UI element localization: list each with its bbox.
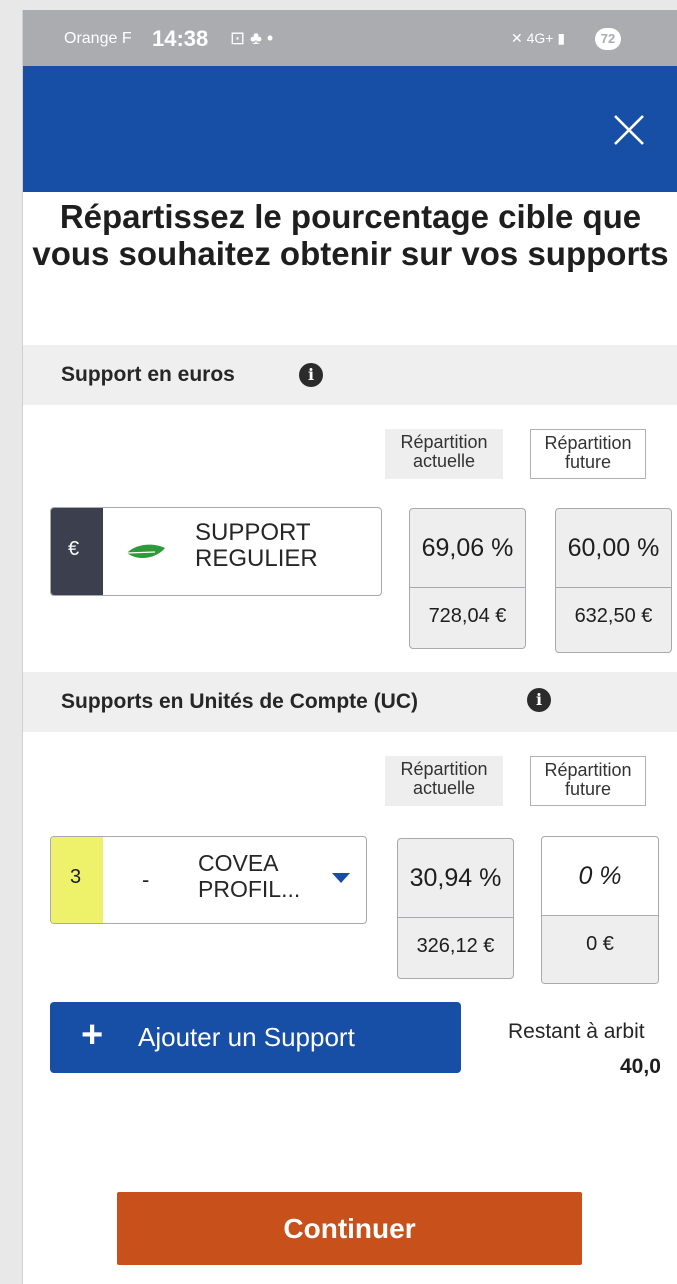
network-type: 4G+: [526, 30, 554, 46]
uc-support-name-line2: PROFIL...: [198, 876, 301, 902]
plus-icon: +: [81, 1014, 104, 1056]
euro-tag: €: [51, 508, 103, 595]
uc-col-actual: Répartition actuelle: [385, 756, 503, 806]
euro-actual-eur: 728,04 €: [410, 587, 525, 648]
uc-actual-pct: 30,94 %: [409, 864, 502, 892]
battery-level: 72: [595, 28, 621, 50]
modal-header-bar: [23, 66, 677, 192]
chevron-down-icon[interactable]: [331, 872, 351, 884]
euro-future-pct-input[interactable]: 60,00 %: [556, 509, 671, 587]
euro-support-name-line1: SUPPORT: [195, 519, 311, 546]
uc-future-pct-input[interactable]: 0 %: [542, 837, 658, 915]
continue-button[interactable]: Continuer: [117, 1192, 582, 1265]
info-icon[interactable]: i: [299, 363, 323, 387]
carrier-name: Orange F: [64, 30, 132, 47]
uc-future-values[interactable]: 0 % 0 €: [541, 836, 659, 984]
euro-future-eur: 632,50 €: [556, 587, 671, 652]
uc-actual-eur: 326,12 €: [398, 917, 513, 978]
remaining-value: 40,0: [620, 1055, 661, 1078]
add-support-button[interactable]: + Ajouter un Support: [50, 1002, 461, 1073]
euro-support-card[interactable]: € SUPPORT REGULIER: [50, 507, 382, 596]
info-icon[interactable]: i: [527, 688, 551, 712]
uc-dash: -: [142, 867, 150, 892]
uc-col-future: Répartition future: [530, 756, 646, 806]
network-icons: ✕ 4G+ ▮: [511, 30, 565, 47]
uc-actual-values: 30,94 % 326,12 €: [397, 838, 514, 979]
euro-section-label: Support en euros: [61, 363, 235, 386]
status-bar: Orange F 14:38 ⊡ ♣ • ✕ 4G+ ▮ 72: [23, 10, 677, 66]
euro-support-name-line2: REGULIER: [195, 545, 318, 572]
euro-future-values[interactable]: 60,00 % 632,50 €: [555, 508, 672, 653]
uc-support-select[interactable]: 3 - COVEA PROFIL...: [50, 836, 367, 924]
uc-future-eur: 0 €: [542, 915, 658, 983]
clock: 14:38: [152, 26, 209, 51]
uc-section-label: Supports en Unités de Compte (UC): [61, 690, 419, 713]
uc-tag: 3: [51, 837, 103, 923]
app-screen: Orange F 14:38 ⊡ ♣ • ✕ 4G+ ▮ 72 Répartis…: [22, 10, 677, 1284]
euro-actual-pct: 69,06 %: [421, 534, 514, 562]
euro-section-header: Support en euros i: [23, 345, 677, 405]
signal-icon: ▮: [557, 30, 566, 46]
close-icon[interactable]: [611, 112, 647, 148]
mute-icon: ✕: [511, 30, 523, 46]
notification-icons: ⊡ ♣ •: [230, 28, 274, 48]
add-support-label: Ajouter un Support: [138, 1022, 355, 1052]
uc-support-name-line1: COVEA: [198, 850, 279, 876]
euro-col-actual: Répartition actuelle: [385, 429, 503, 479]
euro-actual-values: 69,06 % 728,04 €: [409, 508, 526, 649]
remaining-label: Restant à arbit: [508, 1020, 645, 1043]
leaf-icon: [126, 544, 165, 559]
euro-col-future: Répartition future: [530, 429, 646, 479]
uc-section-header: Supports en Unités de Compte (UC) i: [23, 672, 677, 732]
page-title: Répartissez le pourcentage cible que vou…: [32, 198, 669, 272]
